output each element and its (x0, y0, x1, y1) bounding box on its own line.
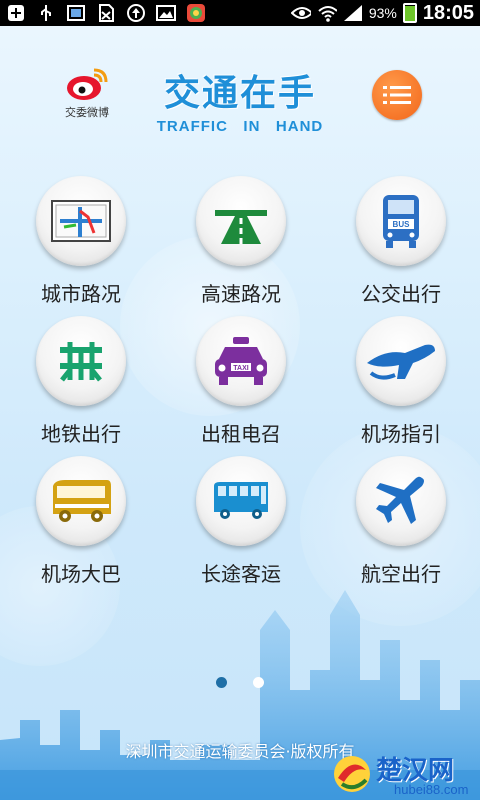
svg-text:TAXI: TAXI (233, 365, 248, 372)
tile-label: 出租电召 (201, 422, 281, 446)
tile-icon-circle (356, 456, 446, 546)
app-screen: 交委微博 交通在手 TRAFFIC IN HAND 城市路况 高速路况 BUS … (0, 26, 480, 800)
tile-airplane[interactable]: 航空出行 (331, 456, 471, 587)
tile-icon-circle: BUS (356, 176, 446, 266)
tile-bus[interactable]: BUS 公交出行 (331, 176, 471, 307)
clock: 18:05 (422, 1, 474, 24)
metro-icon (60, 342, 102, 382)
page-indicator (216, 677, 264, 688)
image-icon (156, 4, 176, 22)
upload-icon (126, 4, 146, 22)
app-title-cn: 交通在手 (163, 73, 316, 114)
taxi-icon: TAXI (215, 337, 267, 385)
tile-long-distance-bus[interactable]: 长途客运 (171, 456, 311, 587)
no-sim-icon (96, 4, 116, 22)
tile-icon-circle: TAXI (196, 316, 286, 406)
weibo-link[interactable]: 交委微博 (52, 64, 122, 120)
battery-fill (404, 6, 415, 21)
app-title: 交通在手 TRAFFIC IN HAND (150, 64, 330, 135)
svg-text:BUS: BUS (393, 220, 411, 229)
watermark-url: hubei88.com (394, 782, 469, 797)
tile-metro[interactable]: 地铁出行 (11, 316, 151, 447)
tile-highway[interactable]: 高速路况 (171, 176, 311, 307)
airport-guide-icon (367, 344, 435, 380)
weibo-label: 交委微博 (65, 106, 109, 119)
status-bar: 93% 18:05 (0, 0, 480, 26)
app-store-icon (186, 4, 206, 22)
tile-icon-circle (36, 176, 126, 266)
tile-label: 机场大巴 (41, 562, 121, 586)
tile-label: 机场指引 (361, 422, 441, 446)
city-traffic-icon (51, 200, 111, 242)
menu-list-icon (383, 86, 411, 104)
watermark: 楚汉网 hubei88.com (330, 748, 480, 800)
screenshot-icon (66, 4, 86, 22)
tile-city-traffic[interactable]: 城市路况 (11, 176, 151, 307)
tile-airport-guide[interactable]: 机场指引 (331, 316, 471, 447)
tile-icon-circle (196, 176, 286, 266)
app-title-en: TRAFFIC IN HAND (156, 118, 324, 135)
page-dot[interactable] (253, 677, 264, 688)
tile-taxi[interactable]: TAXI 出租电召 (171, 316, 311, 447)
status-bar-left (6, 4, 206, 22)
tile-label: 高速路况 (201, 282, 281, 306)
tile-icon-circle (36, 456, 126, 546)
tile-label: 地铁出行 (41, 422, 121, 446)
eye-icon (290, 4, 311, 22)
tile-icon-circle (356, 316, 446, 406)
tile-label: 航空出行 (361, 562, 441, 586)
battery-icon (402, 3, 417, 23)
weibo-icon (67, 68, 108, 100)
header: 交委微博 交通在手 TRAFFIC IN HAND (0, 26, 480, 136)
status-bar-right: 93% 18:05 (290, 1, 474, 25)
usb-icon (36, 4, 56, 22)
plus-icon (6, 4, 26, 22)
tile-icon-circle (36, 316, 126, 406)
tile-label: 城市路况 (41, 282, 121, 306)
airport-coach-icon (53, 480, 111, 522)
tile-label: 长途客运 (201, 562, 281, 586)
signal-icon (343, 4, 363, 22)
tile-icon-circle (196, 456, 286, 546)
tile-airport-coach[interactable]: 机场大巴 (11, 456, 151, 587)
highway-icon (215, 210, 267, 244)
battery-percent: 93% (368, 5, 397, 21)
long-distance-bus-icon (214, 482, 268, 519)
menu-button[interactable] (372, 70, 422, 120)
tile-label: 公交出行 (361, 282, 441, 306)
airplane-icon (376, 476, 424, 524)
bus-icon: BUS (383, 195, 419, 248)
wifi-icon (317, 4, 337, 22)
page-dot-active[interactable] (216, 677, 227, 688)
watermark-logo-icon (334, 756, 370, 792)
